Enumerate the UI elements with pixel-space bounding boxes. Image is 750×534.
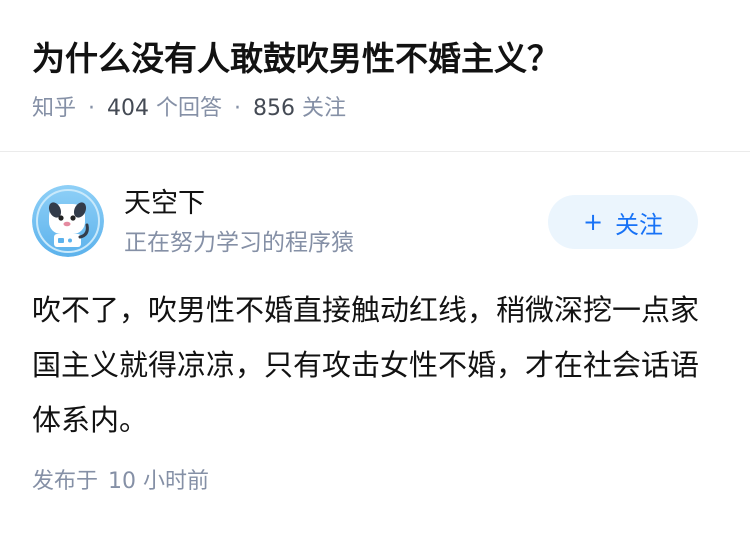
meta-separator: ·: [88, 96, 96, 121]
follow-button[interactable]: + 关注: [548, 195, 698, 249]
answer-count: 404: [107, 96, 150, 121]
author-avatar[interactable]: [32, 185, 104, 257]
question-header: 为什么没有人敢鼓吹男性不婚主义？ 知乎 · 404 个回答 · 856 关注: [0, 0, 750, 151]
published-time: 10 小时前: [108, 469, 210, 494]
published-label: 发布于: [32, 469, 99, 494]
follower-count: 856: [253, 96, 296, 121]
question-meta: 知乎 · 404 个回答 · 856 关注: [32, 94, 346, 124]
header-divider: [0, 151, 750, 152]
meta-separator: ·: [234, 96, 242, 121]
follower-label: 关注: [302, 96, 347, 121]
source-label[interactable]: 知乎: [32, 96, 76, 121]
answer-count-label: 个回答: [156, 96, 223, 121]
answer-meta: 发布于 10 小时前: [32, 467, 209, 497]
answer-content: 吹不了，吹男性不婚直接触动红线，稍微深挖一点家国主义就得凉凉，只有攻击女性不婚，…: [32, 293, 700, 437]
plus-icon: +: [582, 208, 604, 236]
author-name[interactable]: 天空下: [124, 186, 205, 222]
robot-avatar-icon: [32, 185, 104, 257]
author-bio: 正在努力学习的程序猿: [124, 230, 354, 256]
follow-button-label: 关注: [615, 210, 664, 239]
question-title[interactable]: 为什么没有人敢鼓吹男性不婚主义？: [32, 36, 560, 82]
